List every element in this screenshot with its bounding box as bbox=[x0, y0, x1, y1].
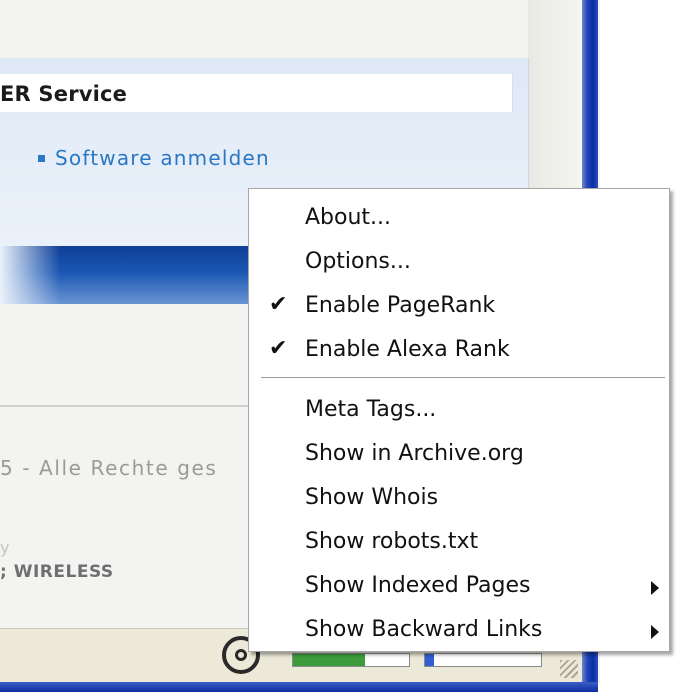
bullet-icon bbox=[38, 154, 45, 162]
menu-item-label: Options... bbox=[305, 249, 411, 274]
service-header-title: ER Service bbox=[0, 82, 128, 106]
menu-item-enable-alexa-rank[interactable]: ✔ Enable Alexa Rank bbox=[249, 329, 669, 373]
service-header: ER Service bbox=[0, 74, 513, 112]
menu-item-show-whois[interactable]: Show Whois bbox=[249, 477, 669, 521]
resize-grip[interactable] bbox=[560, 660, 578, 678]
menu-item-label: Enable Alexa Rank bbox=[305, 337, 510, 362]
menu-item-show-backward-links[interactable]: Show Backward Links bbox=[249, 609, 669, 653]
menu-item-options[interactable]: Options... bbox=[249, 241, 669, 285]
navigation-bar-fade bbox=[0, 246, 60, 304]
menu-item-label: Show in Archive.org bbox=[305, 441, 524, 466]
check-icon: ✔ bbox=[269, 292, 288, 317]
copyright-text: 5 - Alle Rechte ges bbox=[0, 456, 218, 480]
service-link-label: Software anmelden bbox=[55, 146, 270, 170]
submenu-arrow-icon bbox=[651, 581, 659, 595]
menu-item-show-indexed-pages[interactable]: Show Indexed Pages bbox=[249, 565, 669, 609]
powered-by-text: y bbox=[0, 538, 10, 557]
menu-item-enable-pagerank[interactable]: ✔ Enable PageRank bbox=[249, 285, 669, 329]
software-anmelden-link[interactable]: Software anmelden bbox=[38, 146, 270, 170]
context-menu: About... Options... ✔ Enable PageRank ✔ … bbox=[248, 188, 670, 652]
pagerank-meter-fill bbox=[293, 654, 365, 666]
menu-item-label: About... bbox=[305, 205, 392, 230]
window-border-bottom bbox=[0, 682, 598, 692]
menu-item-label: Enable PageRank bbox=[305, 293, 496, 318]
check-icon: ✔ bbox=[269, 336, 288, 361]
submenu-arrow-icon bbox=[651, 625, 659, 639]
menu-item-show-robots[interactable]: Show robots.txt bbox=[249, 521, 669, 565]
menu-separator bbox=[261, 377, 665, 379]
menu-item-show-in-archive[interactable]: Show in Archive.org bbox=[249, 433, 669, 477]
menu-item-label: Show robots.txt bbox=[305, 529, 479, 554]
menu-item-label: Show Backward Links bbox=[305, 617, 543, 642]
menu-item-label: Show Indexed Pages bbox=[305, 573, 531, 598]
wireless-logo: ; WIRELESS bbox=[0, 562, 114, 582]
menu-item-about[interactable]: About... bbox=[249, 197, 669, 241]
menu-item-label: Show Whois bbox=[305, 485, 439, 510]
alexa-rank-meter-fill bbox=[425, 654, 435, 666]
alexa-rank-meter[interactable] bbox=[424, 653, 542, 667]
menu-item-meta-tags[interactable]: Meta Tags... bbox=[249, 389, 669, 433]
pagerank-meter[interactable] bbox=[292, 653, 410, 667]
menu-item-label: Meta Tags... bbox=[305, 397, 437, 422]
